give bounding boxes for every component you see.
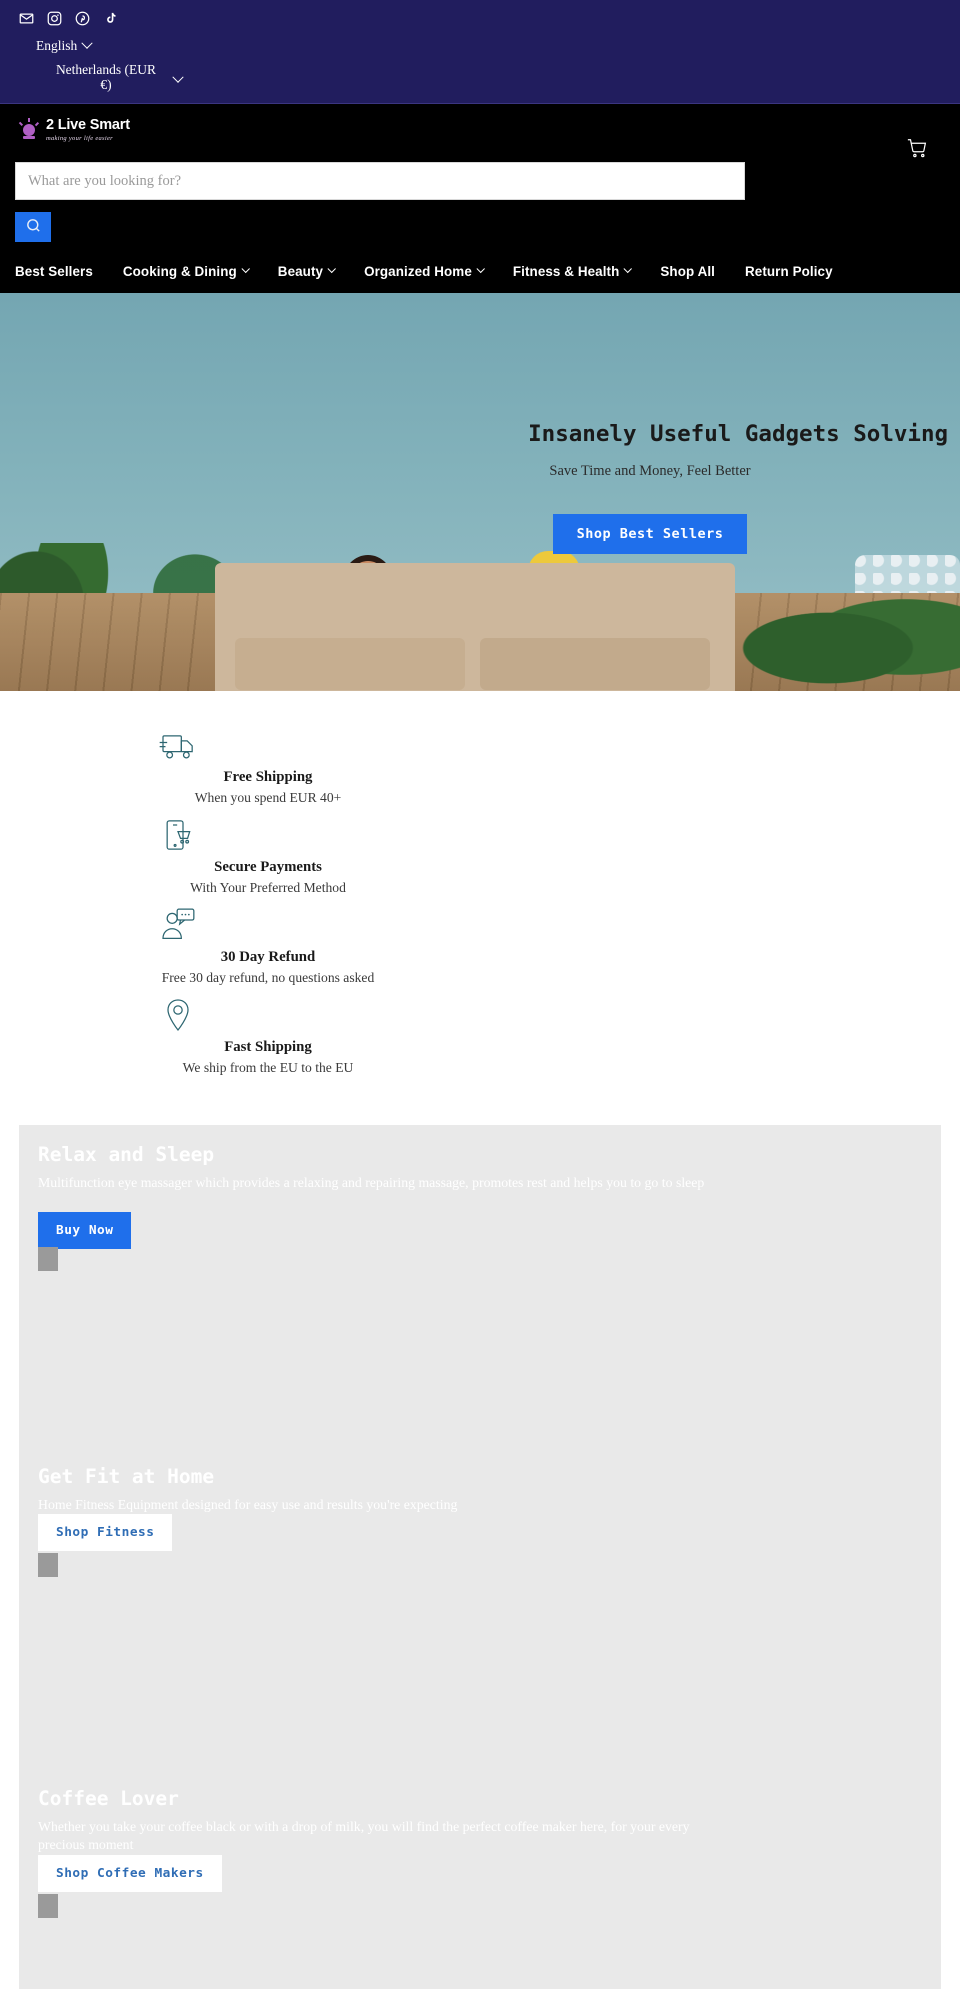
search-field-wrapper [15,162,745,200]
search-submit-button[interactable] [15,212,51,242]
broken-image-placeholder-icon [38,1247,58,1271]
language-selector[interactable]: English [36,37,93,54]
feature-free-shipping: Free Shipping When you spend EUR 40+ [0,725,748,807]
promo-description: Home Fitness Equipment designed for easy… [38,1497,458,1512]
language-label: English [36,38,78,53]
cart-button[interactable] [904,138,930,164]
site-logo[interactable]: 2 Live Smart making your life easier [18,118,130,142]
hero-banner: Insanely Useful Gadgets Solving Everyday… [0,293,960,691]
site-header: 2 Live Smart making your life easier [0,103,960,249]
mobile-cart-icon [158,815,198,855]
feature-description: When you spend EUR 40+ [194,790,342,805]
social-links [18,10,119,27]
nav-item-beauty[interactable]: Beauty [278,264,348,279]
promo-cta-button[interactable]: Shop Fitness [38,1514,173,1551]
instagram-icon[interactable] [46,10,63,27]
nav-label: Fitness & Health [512,263,620,279]
nav-label: Organized Home [364,263,472,279]
chevron-down-icon [172,71,184,83]
email-icon[interactable] [18,10,35,27]
nav-item-shop-all[interactable]: Shop All [660,264,729,279]
feature-description: We ship from the EU to the EU [182,1060,354,1075]
promo-description: Whether you take your coffee black or wi… [38,1819,690,1852]
chevron-down-icon [241,264,250,274]
promo-relax-and-sleep: Relax and Sleep Multifunction eye massag… [19,1125,941,1447]
feature-title: Secure Payments [214,859,322,875]
logo-name: 2 Live Smart [46,117,130,133]
feature-title: Free Shipping [223,769,313,785]
broken-image-placeholder-icon [38,1553,58,1577]
promo-text-block: Coffee Lover Whether you take your coffe… [38,1787,738,1853]
promo-cta-button[interactable]: Shop Coffee Makers [38,1855,222,1892]
nav-label: Cooking & Dining [122,263,237,279]
nav-label: Shop All [660,263,715,279]
hero-cta-button[interactable]: Shop Best Sellers [552,513,748,554]
promo-sections: Relax and Sleep Multifunction eye massag… [0,1125,960,1989]
feature-title: 30 Day Refund [220,949,316,965]
features-section: Free Shipping When you spend EUR 40+ Sec… [0,691,960,1125]
tiktok-icon[interactable] [102,10,119,27]
promo-description: Multifunction eye massager which provide… [38,1175,705,1190]
nav-label: Return Policy [745,263,833,279]
pinterest-icon[interactable] [74,10,91,27]
promo-title: Coffee Lover [38,1787,179,1810]
feature-secure-payments: Secure Payments With Your Preferred Meth… [0,815,748,897]
nav-label: Beauty [277,263,324,279]
feature-title: Fast Shipping [224,1039,312,1055]
nav-label: Best Sellers [15,263,93,279]
chevron-down-icon [623,264,633,274]
lightbulb-logo-icon [18,118,40,142]
truck-icon [158,725,198,765]
search-icon [25,217,42,237]
chevron-down-icon [476,264,485,274]
feature-description: With Your Preferred Method [190,880,346,895]
promo-cta-button[interactable]: Buy Now [38,1212,132,1249]
promo-text-block: Get Fit at Home Home Fitness Equipment d… [38,1465,738,1514]
top-utility-bar: English Netherlands (EUR €) [0,0,960,103]
nav-item-fitness-health[interactable]: Fitness & Health [513,264,645,279]
promo-title: Get Fit at Home [38,1465,215,1488]
promo-get-fit-at-home: Get Fit at Home Home Fitness Equipment d… [19,1447,941,1769]
cart-icon [907,138,928,164]
promo-title: Relax and Sleep [38,1143,215,1166]
feature-30-day-refund: 30 Day Refund Free 30 day refund, no que… [0,905,748,987]
country-label: Netherlands (EUR €) [55,62,157,92]
hero-title: Insanely Useful Gadgets Solving Everyday… [528,420,960,447]
feature-description: Free 30 day refund, no questions asked [161,970,375,985]
person-chat-icon [158,905,198,945]
chevron-down-icon [81,37,93,49]
promo-text-block: Relax and Sleep Multifunction eye massag… [38,1143,738,1192]
broken-image-placeholder-icon [38,1894,58,1918]
main-navigation: Best Sellers Cooking & Dining Beauty Org… [0,249,960,293]
logo-tagline: making your life easier [46,135,114,142]
nav-item-cooking-dining[interactable]: Cooking & Dining [123,264,262,279]
feature-fast-shipping: Fast Shipping We ship from the EU to the… [0,995,748,1077]
hero-content: Insanely Useful Gadgets Solving Everyday… [0,293,960,691]
hero-subtitle: Save Time and Money, Feel Better [549,462,751,479]
country-currency-selector[interactable]: Netherlands (EUR €) [52,62,184,92]
nav-item-organized-home[interactable]: Organized Home [364,264,497,279]
search-input[interactable] [15,162,745,200]
promo-coffee-lover: Coffee Lover Whether you take your coffe… [19,1769,941,1989]
map-pin-icon [158,995,198,1035]
nav-item-return-policy[interactable]: Return Policy [745,264,847,279]
chevron-down-icon [327,264,337,274]
page-root: English Netherlands (EUR €) 2 Live Smart… [0,0,960,1989]
nav-item-best-sellers[interactable]: Best Sellers [15,264,107,279]
